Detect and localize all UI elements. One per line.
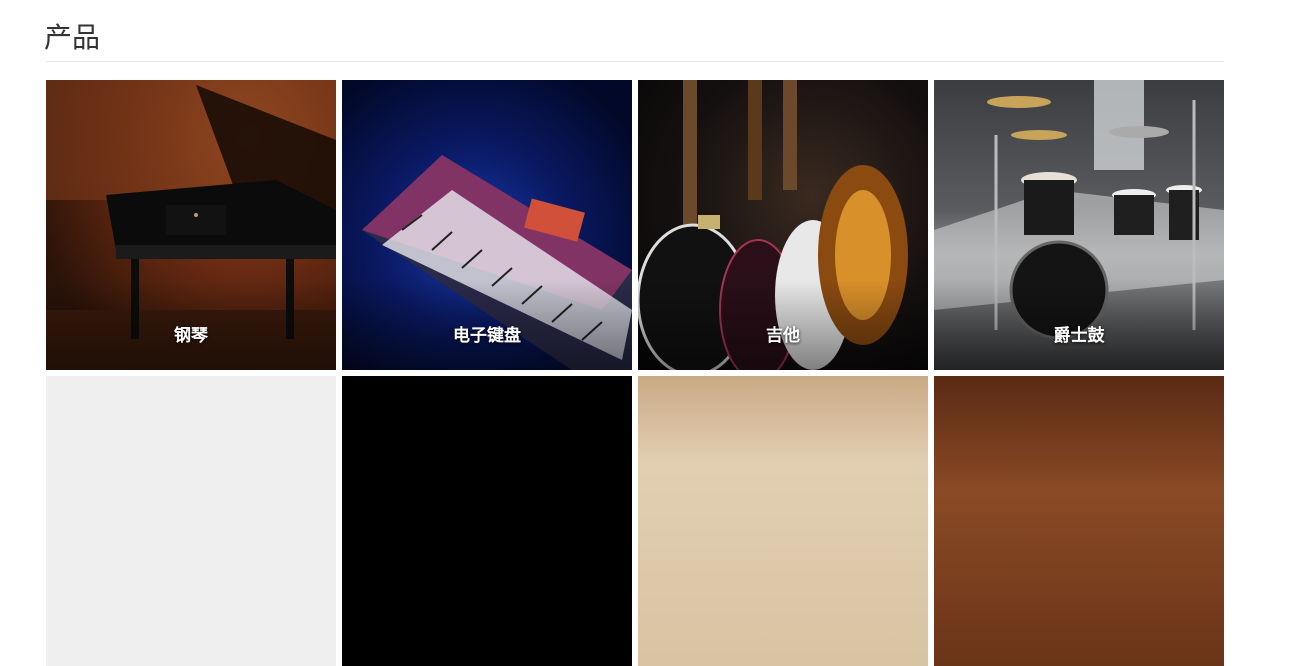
product-label-piano: 钢琴 bbox=[174, 326, 208, 346]
product-card-drums[interactable]: 爵士鼓 bbox=[934, 80, 1224, 370]
product-image bbox=[934, 376, 1224, 666]
product-label-guitar: 吉他 bbox=[766, 326, 800, 346]
product-label-drums: 爵士鼓 bbox=[1053, 326, 1105, 346]
product-grid: 钢琴 电子键盘 吉他 爵士鼓 bbox=[46, 80, 1226, 666]
product-card[interactable] bbox=[934, 376, 1224, 666]
product-card[interactable] bbox=[46, 376, 336, 666]
product-card[interactable] bbox=[638, 376, 928, 666]
product-card-guitar[interactable]: 吉他 bbox=[638, 80, 928, 370]
product-image bbox=[46, 376, 336, 666]
product-label-keyboard: 电子键盘 bbox=[453, 326, 521, 346]
product-card[interactable] bbox=[342, 376, 632, 666]
product-card-keyboard[interactable]: 电子键盘 bbox=[342, 80, 632, 370]
product-image bbox=[342, 376, 632, 666]
section-title: 产品 bbox=[44, 21, 101, 54]
product-image bbox=[638, 376, 928, 666]
product-card-piano[interactable]: 钢琴 bbox=[46, 80, 336, 370]
section-divider bbox=[46, 61, 1224, 62]
